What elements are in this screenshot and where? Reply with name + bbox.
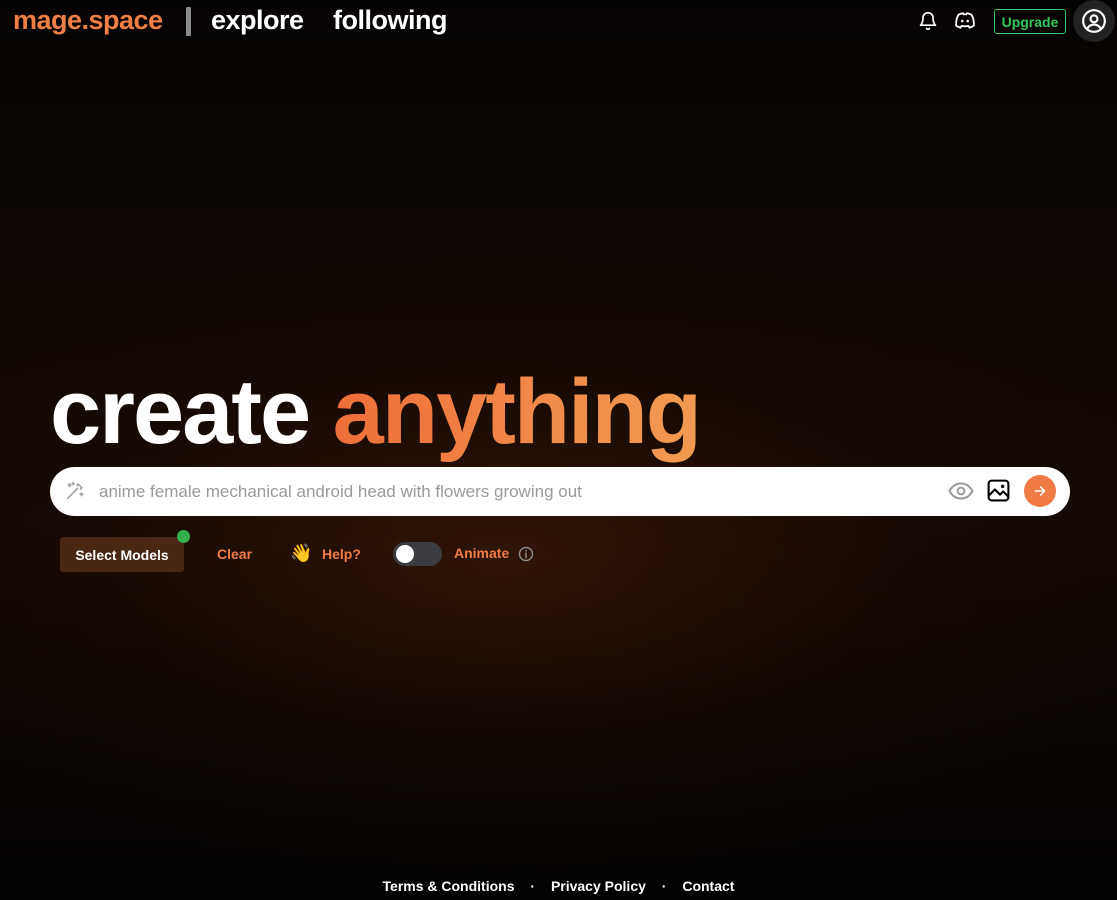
- waving-hand-icon: 👋: [290, 543, 313, 563]
- prompt-bar: [50, 467, 1070, 516]
- privacy-link[interactable]: Privacy Policy: [551, 878, 646, 894]
- footer-separator: ·: [661, 878, 667, 894]
- animate-label: Animate: [454, 545, 510, 561]
- top-nav: mage.space explore following Upgrade: [0, 0, 1117, 44]
- select-models-button[interactable]: Select Models: [60, 537, 184, 572]
- arrow-right-icon: [1034, 486, 1046, 496]
- user-circle-icon[interactable]: [1073, 0, 1115, 42]
- brand-logo[interactable]: mage.space: [13, 5, 163, 36]
- image-icon[interactable]: [986, 478, 1011, 503]
- eye-icon[interactable]: [948, 480, 974, 502]
- toggle-knob: [396, 545, 414, 563]
- submit-arrow-button[interactable]: [1024, 475, 1056, 507]
- clear-button[interactable]: Clear: [217, 546, 252, 562]
- footer-separator: ·: [530, 878, 536, 894]
- help-link[interactable]: Help?: [322, 546, 361, 562]
- nav-following-link[interactable]: following: [333, 5, 447, 36]
- info-icon[interactable]: [518, 546, 534, 562]
- hero-word-anything: anything: [332, 361, 702, 463]
- magic-wand-icon[interactable]: [64, 480, 86, 502]
- hero-word-create: create: [50, 361, 311, 463]
- nav-divider: [186, 7, 191, 36]
- status-dot: [177, 530, 190, 543]
- contact-link[interactable]: Contact: [682, 878, 734, 894]
- nav-explore-link[interactable]: explore: [211, 5, 304, 36]
- bell-icon[interactable]: [916, 9, 940, 33]
- prompt-input[interactable]: [99, 475, 939, 508]
- footer: Terms & Conditions · Privacy Policy · Co…: [0, 878, 1117, 894]
- animate-toggle[interactable]: [393, 542, 442, 566]
- hero-heading: create anything: [50, 361, 702, 463]
- upgrade-button[interactable]: Upgrade: [994, 9, 1066, 34]
- terms-link[interactable]: Terms & Conditions: [383, 878, 515, 894]
- discord-icon[interactable]: [953, 9, 977, 33]
